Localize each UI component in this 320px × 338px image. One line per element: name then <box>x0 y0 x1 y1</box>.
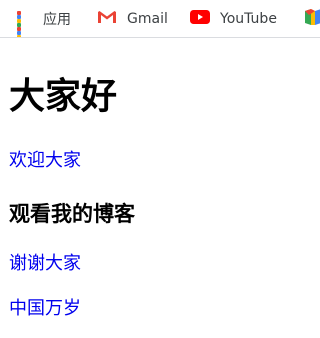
maps-icon <box>305 9 320 29</box>
bookmark-apps-label: 应用 <box>43 12 71 28</box>
bookmark-gmail[interactable]: Gmail <box>97 0 168 37</box>
page-heading: 大家好 <box>9 76 118 117</box>
link-welcome[interactable]: 欢迎大家 <box>9 149 81 173</box>
bookmark-gmail-label: Gmail <box>127 11 168 27</box>
bookmark-maps[interactable] <box>305 0 320 37</box>
apps-grid-icon <box>17 11 33 37</box>
bookmark-youtube-label: YouTube <box>220 11 277 27</box>
youtube-icon <box>190 10 210 28</box>
bookmark-youtube[interactable]: YouTube <box>190 0 277 37</box>
link-china[interactable]: 中国万岁 <box>9 297 81 321</box>
page-subheading: 观看我的博客 <box>9 202 135 226</box>
bookmarks-bar: 应用 Gmail YouTube <box>0 0 320 38</box>
link-thanks[interactable]: 谢谢大家 <box>9 252 81 276</box>
bookmark-apps[interactable]: 应用 <box>17 0 71 37</box>
gmail-icon <box>97 9 117 29</box>
